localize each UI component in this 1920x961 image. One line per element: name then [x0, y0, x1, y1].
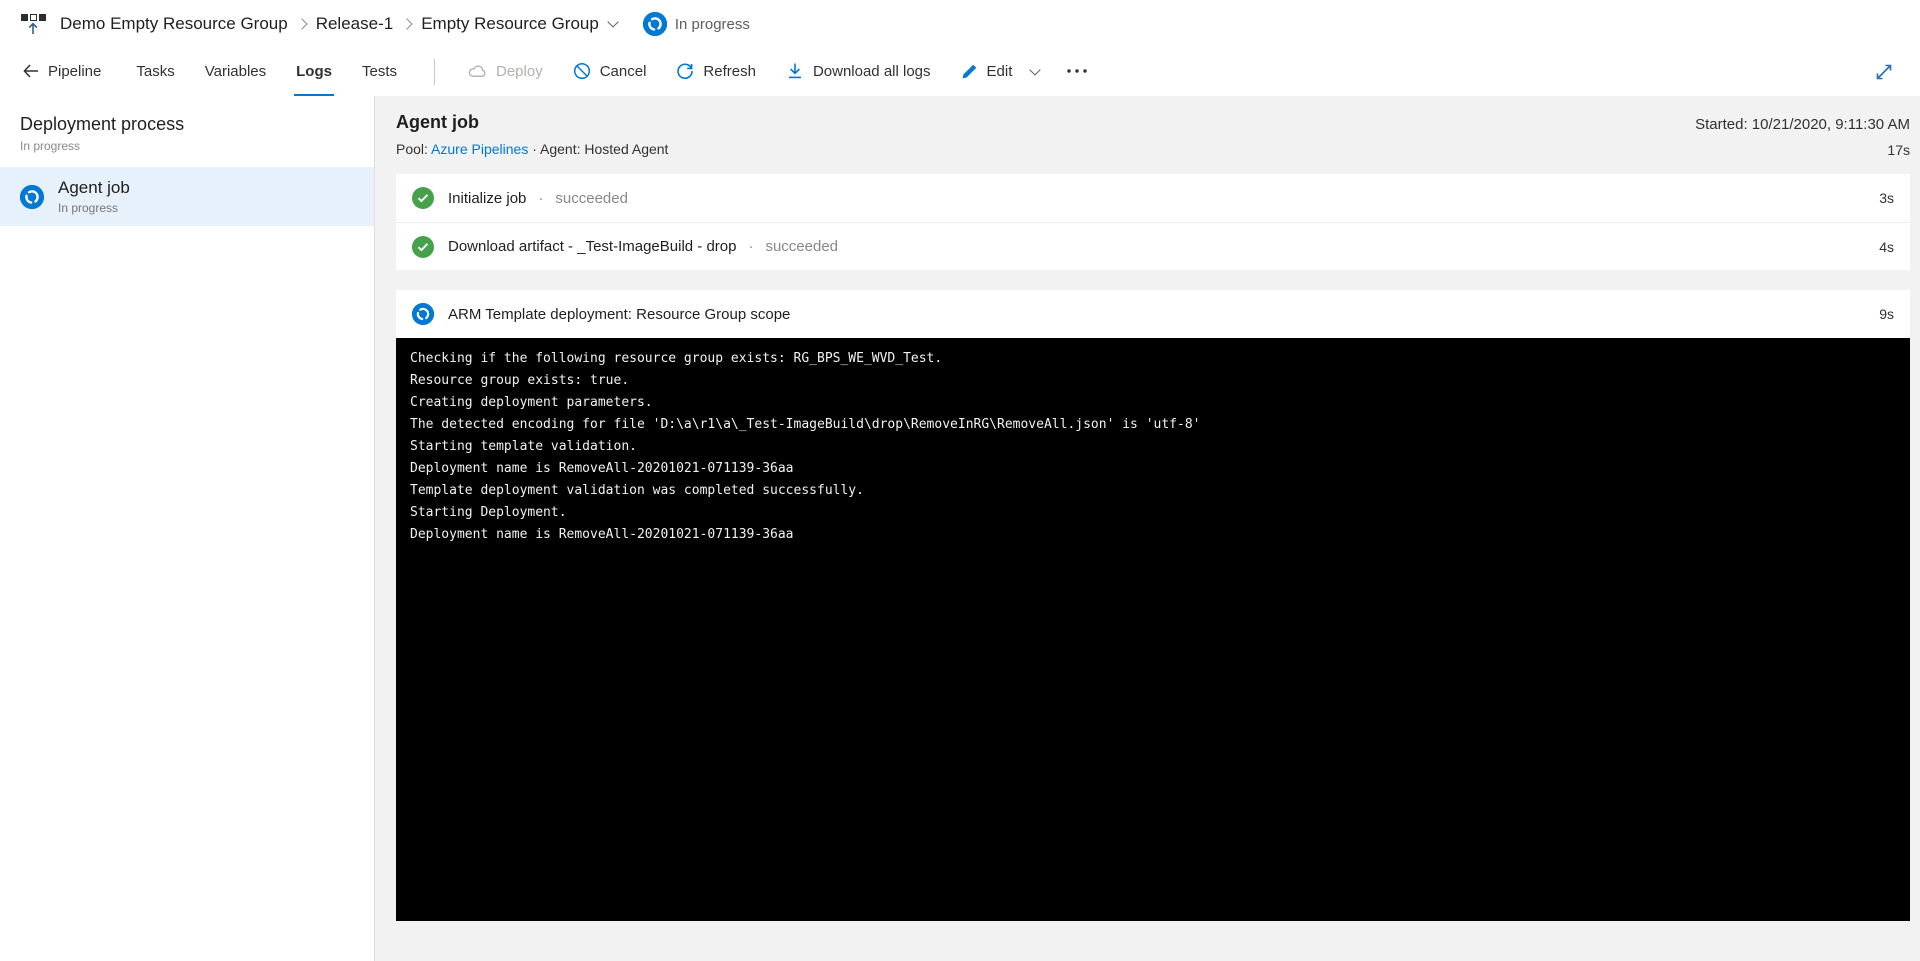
log-console[interactable]: Checking if the following resource group… — [396, 338, 1910, 921]
cancel-button[interactable]: Cancel — [571, 48, 649, 96]
active-task-card: ARM Template deployment: Resource Group … — [396, 290, 1910, 921]
download-label: Download all logs — [812, 62, 931, 80]
step-label: Download artifact - _Test-ImageBuild - d… — [448, 238, 737, 255]
log-line: Checking if the following resource group… — [410, 351, 943, 366]
status-label: In progress — [674, 15, 750, 33]
chevron-down-icon[interactable] — [607, 16, 619, 28]
refresh-button[interactable]: Refresh — [674, 48, 758, 96]
completed-steps-group: Initialize job · succeeded 3s Download a… — [396, 174, 1910, 270]
release-status: In progress — [642, 12, 750, 36]
sidebar-status: In progress — [20, 139, 81, 153]
edit-label: Edit — [986, 62, 1013, 80]
refresh-icon — [677, 63, 694, 80]
back-arrow-icon — [23, 64, 38, 78]
tab-variables[interactable]: Variables — [203, 48, 268, 96]
job-meta: Pool: Azure Pipelines · Agent: Hosted Ag… — [396, 141, 668, 157]
sidebar-title: Deployment process — [20, 114, 185, 134]
cancel-label: Cancel — [599, 62, 647, 80]
back-label: Pipeline — [48, 62, 102, 80]
log-line: The detected encoding for file 'D:\a\r1\… — [410, 417, 1201, 432]
tab-tasks[interactable]: Tasks — [134, 48, 176, 96]
toolbar: Pipeline Tasks Variables Logs Tests Depl… — [0, 48, 1920, 96]
download-icon — [788, 63, 801, 79]
expand-diagonal-icon — [1876, 64, 1892, 80]
deploy-label: Deploy — [496, 62, 543, 80]
edit-chevron-down-icon — [1029, 64, 1042, 76]
step-separator: · — [538, 189, 544, 207]
step-duration: 4s — [1879, 238, 1894, 255]
refresh-label: Refresh — [703, 62, 756, 80]
success-check-icon — [412, 235, 434, 258]
step-row-initialize-job[interactable]: Initialize job · succeeded 3s — [396, 174, 1910, 222]
pool-label: Pool: — [396, 141, 428, 157]
more-actions-button[interactable] — [1064, 48, 1090, 96]
deploy-button[interactable]: Deploy — [466, 48, 545, 96]
breadcrumb-item-stage[interactable]: Empty Resource Group — [421, 14, 599, 34]
edit-pencil-icon — [962, 64, 976, 78]
job-total-duration: 17s — [1887, 142, 1910, 158]
pool-link[interactable]: Azure Pipelines — [431, 141, 528, 157]
step-duration: 3s — [1879, 190, 1894, 206]
job-header: Agent job Pool: Azure Pipelines · Agent:… — [396, 112, 1910, 158]
step-duration: 9s — [1879, 306, 1894, 322]
back-to-pipeline-button[interactable]: Pipeline — [20, 48, 103, 96]
edit-button[interactable]: Edit — [959, 48, 1042, 96]
log-line: Deployment name is RemoveAll-20201021-07… — [410, 527, 794, 542]
tab-logs[interactable]: Logs — [294, 48, 334, 96]
in-progress-icon — [412, 303, 434, 325]
job-title: Agent job — [396, 112, 479, 132]
breadcrumb-item-release[interactable]: Release-1 — [316, 14, 394, 34]
sidebar-item-label: Agent job — [58, 178, 130, 197]
log-line: Resource group exists: true. — [410, 373, 630, 388]
cancel-icon — [573, 62, 590, 80]
log-line: Starting Deployment. — [410, 505, 567, 520]
log-line: Template deployment validation was compl… — [410, 483, 864, 498]
step-row-arm-template-deployment[interactable]: ARM Template deployment: Resource Group … — [396, 290, 1910, 338]
download-all-logs-button[interactable]: Download all logs — [784, 48, 933, 96]
in-progress-icon — [642, 12, 667, 36]
up-arrow-icon — [28, 22, 38, 34]
sidebar-item-status: In progress — [58, 201, 119, 215]
logs-panel: Agent job Pool: Azure Pipelines · Agent:… — [375, 96, 1920, 961]
in-progress-icon — [20, 184, 44, 209]
log-line: Creating deployment parameters. — [410, 395, 653, 410]
step-row-download-artifact[interactable]: Download artifact - _Test-ImageBuild - d… — [396, 222, 1910, 270]
top-bar: Demo Empty Resource Group Release-1 Empt… — [0, 0, 1920, 48]
tab-tests[interactable]: Tests — [360, 48, 399, 96]
fullscreen-button[interactable] — [1868, 48, 1900, 96]
log-line: Deployment name is RemoveAll-20201021-07… — [410, 461, 794, 476]
agent-info: Agent: Hosted Agent — [540, 141, 669, 157]
deployment-process-sidebar: Deployment process In progress Agent job… — [0, 96, 375, 961]
release-pipeline-icon — [20, 13, 46, 35]
meta-separator: · — [532, 141, 537, 157]
chevron-right-icon — [401, 18, 413, 30]
more-ellipsis-icon — [1067, 69, 1088, 73]
breadcrumb: Demo Empty Resource Group Release-1 Empt… — [60, 14, 619, 34]
log-line: Starting template validation. — [410, 439, 637, 454]
step-status: succeeded — [765, 238, 839, 255]
success-check-icon — [412, 187, 434, 209]
step-label: ARM Template deployment: Resource Group … — [448, 305, 791, 323]
breadcrumb-item-definition[interactable]: Demo Empty Resource Group — [60, 14, 288, 34]
sidebar-item-agent-job[interactable]: Agent job In progress — [0, 167, 374, 226]
step-separator: · — [748, 238, 754, 255]
cloud-icon — [468, 65, 486, 78]
step-label: Initialize job — [448, 189, 527, 207]
content-area: Deployment process In progress Agent job… — [0, 96, 1920, 961]
step-status: succeeded — [555, 189, 628, 207]
job-started-time: Started: 10/21/2020, 9:11:30 AM — [1695, 116, 1910, 133]
toolbar-divider — [434, 59, 435, 85]
chevron-right-icon — [296, 18, 308, 30]
